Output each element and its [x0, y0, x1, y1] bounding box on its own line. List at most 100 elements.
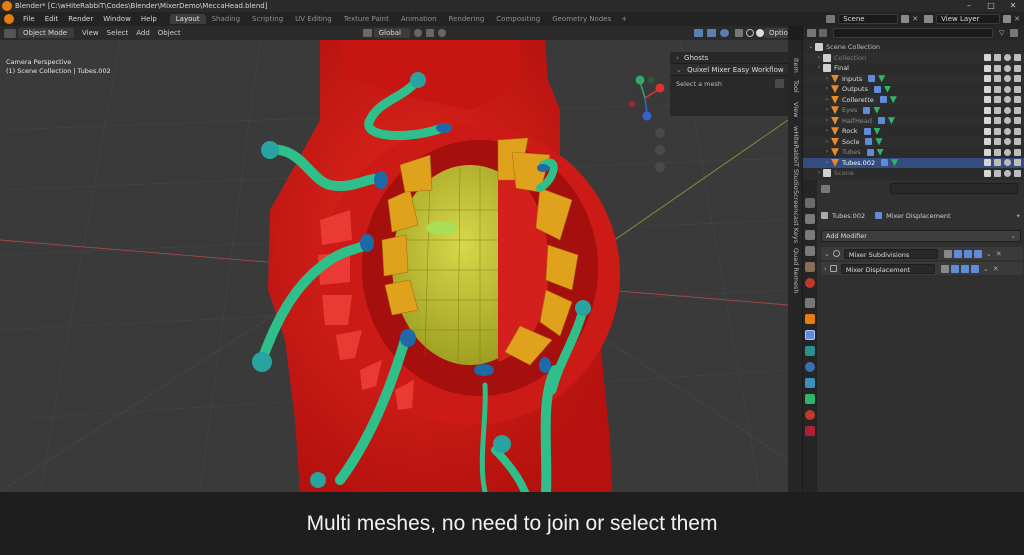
remove-modifier-icon[interactable]: ✕ [996, 250, 1002, 258]
menu-object[interactable]: Object [154, 29, 185, 37]
tab-texture-paint[interactable]: Texture Paint [338, 14, 395, 24]
select-arrow-icon[interactable] [994, 85, 1001, 93]
eye-icon[interactable] [1004, 117, 1011, 125]
checkbox-icon[interactable] [984, 127, 991, 135]
eye-icon[interactable] [1004, 148, 1011, 156]
overlay-icon[interactable] [719, 29, 729, 37]
menu-help[interactable]: Help [136, 15, 162, 23]
outliner-display-icon[interactable] [819, 29, 827, 37]
outliner-search[interactable] [833, 28, 993, 38]
eyedropper-icon[interactable] [775, 79, 784, 88]
modifier-menu-icon[interactable]: ⌄ [986, 250, 992, 258]
select-arrow-icon[interactable] [994, 117, 1001, 125]
checkbox-icon[interactable] [984, 64, 991, 72]
delete-view-layer-icon[interactable]: ✕ [1014, 15, 1020, 23]
select-arrow-icon[interactable] [994, 106, 1001, 114]
eye-icon[interactable] [1004, 159, 1011, 167]
checkbox-icon[interactable] [984, 148, 991, 156]
modifier-tab-icon[interactable] [805, 330, 815, 340]
camera-icon[interactable] [1014, 96, 1021, 104]
scene-field[interactable]: Scene [838, 14, 899, 24]
eye-icon[interactable] [1004, 138, 1011, 146]
camera-icon[interactable] [1014, 127, 1021, 135]
modifier-name-field[interactable]: Mixer Displacement [840, 263, 935, 274]
new-collection-icon[interactable] [1010, 29, 1019, 37]
filter-icon[interactable]: ▽ [999, 29, 1004, 37]
select-arrow-icon[interactable] [994, 148, 1001, 156]
tab-uv-editing[interactable]: UV Editing [289, 14, 338, 24]
checkbox-icon[interactable] [984, 96, 991, 104]
tab-view[interactable]: View [790, 102, 800, 117]
viewport-toggle-icon[interactable] [960, 264, 969, 273]
outliner-row[interactable]: › Outputs [803, 84, 1024, 95]
outliner-row[interactable]: › Collection [803, 52, 1024, 63]
pivot-icon[interactable] [413, 29, 422, 37]
close-icon[interactable]: ✕ [1002, 0, 1024, 12]
menu-add[interactable]: Add [132, 29, 154, 37]
scene-tab-icon[interactable] [805, 262, 815, 272]
camera-icon[interactable] [1014, 106, 1021, 114]
expand-chevron-icon[interactable]: › [823, 147, 831, 158]
editmode-toggle-icon[interactable] [940, 264, 949, 273]
3d-viewport[interactable]: Object Mode View Select Add Object Globa… [0, 26, 788, 492]
expand-chevron-icon[interactable]: › [823, 74, 831, 85]
quixel-panel-header[interactable]: ⌄ Quixel Mixer Easy Workflow [670, 64, 788, 76]
tab-screencast-keys[interactable]: Screencast Keys [790, 190, 800, 243]
output-tab-icon[interactable] [805, 230, 815, 240]
checkbox-icon[interactable] [984, 75, 991, 83]
checkbox-icon[interactable] [984, 159, 991, 167]
data-tab-icon[interactable] [805, 394, 815, 404]
outliner-row[interactable]: › Final [803, 63, 1024, 74]
outliner-editor-icon[interactable] [807, 29, 816, 37]
tab-whiterabbit-studio[interactable]: wHiteRabbiT Studio [790, 126, 800, 190]
texture-tab-icon[interactable] [805, 426, 815, 436]
tab-rendering[interactable]: Rendering [443, 14, 491, 24]
particles-tab-icon[interactable] [805, 346, 815, 356]
modifier-mixer-subdivisions[interactable]: ⌄ Mixer Subdivisions ⌄ ✕ [821, 247, 1023, 260]
tab-geometry-nodes[interactable]: Geometry Nodes [546, 14, 617, 24]
new-scene-icon[interactable] [901, 15, 910, 23]
outliner-row[interactable]: › Rock [803, 126, 1024, 137]
eye-icon[interactable] [1004, 54, 1011, 62]
menu-view[interactable]: View [78, 29, 103, 37]
select-arrow-icon[interactable] [994, 64, 1001, 72]
camera-icon[interactable] [1014, 138, 1021, 146]
eye-icon[interactable] [1004, 169, 1011, 177]
proportional-icon[interactable] [437, 29, 446, 37]
eye-icon[interactable] [1004, 106, 1011, 114]
ghosts-panel[interactable]: › Ghosts [670, 52, 788, 64]
add-modifier-dropdown[interactable]: Add Modifier ⌄ [821, 230, 1021, 242]
object-tab-icon[interactable] [805, 314, 815, 324]
menu-select[interactable]: Select [103, 29, 133, 37]
checkbox-icon[interactable] [984, 138, 991, 146]
expand-chevron-icon[interactable]: › [815, 63, 823, 74]
expand-chevron-icon[interactable]: › [823, 95, 831, 106]
expand-chevron-icon[interactable]: › [823, 126, 831, 137]
outliner-row[interactable]: › Eyes [803, 105, 1024, 116]
properties-editor-icon[interactable] [821, 184, 830, 193]
viewport-toggle-icon[interactable] [963, 249, 972, 258]
material-tab-icon[interactable] [805, 410, 815, 420]
minimize-icon[interactable]: – [958, 0, 980, 12]
modifier-menu-icon[interactable]: ⌄ [983, 265, 989, 273]
xray-icon[interactable] [734, 29, 743, 37]
delete-scene-icon[interactable]: ✕ [912, 15, 918, 23]
expand-chevron-icon[interactable]: › [823, 158, 831, 169]
camera-icon[interactable] [1014, 169, 1021, 177]
collection-tab-icon[interactable] [805, 298, 815, 308]
checkbox-icon[interactable] [984, 117, 991, 125]
new-view-layer-icon[interactable] [1003, 15, 1012, 23]
eye-icon[interactable] [1004, 127, 1011, 135]
camera-icon[interactable] [1014, 85, 1021, 93]
tab-layout[interactable]: Layout [169, 14, 206, 24]
outliner-row[interactable]: › Inputs [803, 73, 1024, 85]
outliner-row[interactable]: › Collerette [803, 94, 1024, 106]
constraints-tab-icon[interactable] [805, 378, 815, 388]
checkbox-icon[interactable] [984, 85, 991, 93]
select-arrow-icon[interactable] [994, 138, 1001, 146]
tab-item[interactable]: Item [790, 58, 800, 73]
camera-icon[interactable] [1014, 75, 1021, 83]
render-toggle-icon[interactable] [970, 264, 979, 273]
render-tab-icon[interactable] [805, 214, 815, 224]
world-tab-icon[interactable] [805, 278, 815, 288]
